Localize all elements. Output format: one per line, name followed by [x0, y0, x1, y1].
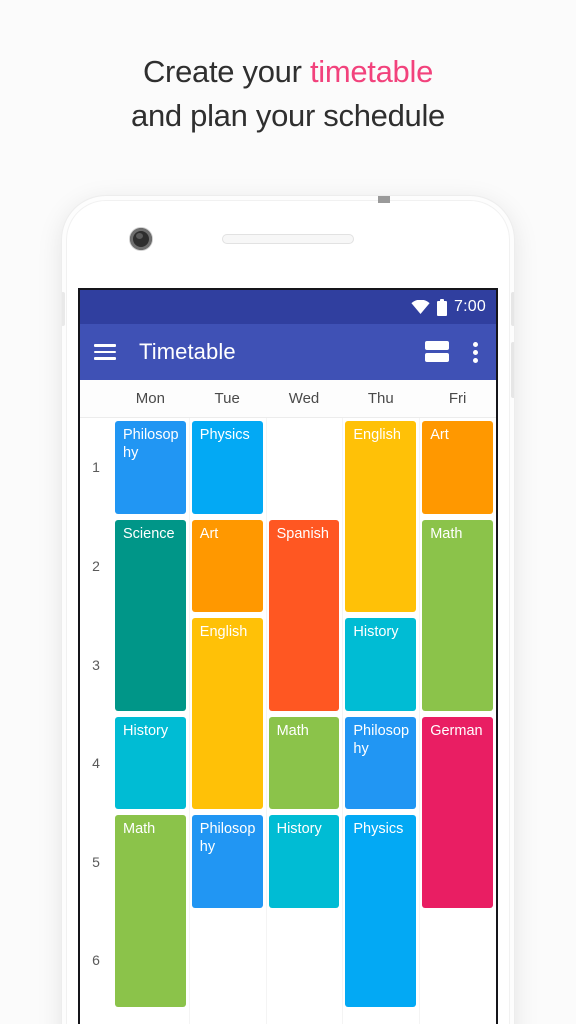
timetable-cell[interactable]: Spanish	[268, 519, 340, 711]
period-number-column: 1 2 3 4 5 6	[80, 418, 112, 1024]
app-bar-title: Timetable	[139, 339, 236, 364]
column-separator	[188, 418, 190, 1024]
timetable-cell[interactable]: Philosophy	[115, 421, 186, 514]
timetable-cell[interactable]: Philosophy	[191, 815, 263, 908]
timetable-cell[interactable]: English	[345, 421, 417, 613]
phone-screen: 7:00 Timetable Mon Tue Wed Thu Fri 1 2 3 4 5…	[80, 290, 496, 1024]
timetable-grid: 123456 Philosophy Physics English Art Scienc…	[80, 418, 496, 1024]
headline-accent-word: timetable	[309, 54, 434, 89]
headline-line1-pre: Create your	[142, 54, 310, 89]
timetable-cell[interactable]: History	[268, 815, 340, 908]
timetable-cell[interactable]: English	[191, 618, 263, 810]
page-headline: Create your timetable and plan your sche…	[0, 52, 576, 136]
column-separator	[265, 418, 267, 1024]
front-camera-icon	[130, 228, 152, 250]
timetable-cell[interactable]: Science	[115, 519, 186, 711]
hamburger-menu-icon[interactable]	[94, 344, 116, 360]
day-header-tue[interactable]: Tue	[189, 390, 266, 407]
battery-icon	[437, 298, 448, 316]
status-bar-clock: 7:00	[454, 298, 486, 315]
status-bar: 7:00	[80, 290, 496, 324]
column-separator	[342, 418, 344, 1024]
timetable-cell[interactable]: Math	[422, 519, 493, 711]
period-number: 3	[92, 656, 100, 673]
timetable-cell[interactable]: Art	[191, 519, 263, 613]
power-button[interactable]	[511, 292, 514, 326]
timetable-columns: Philosophy Physics English Art Science Art Spa…	[112, 418, 496, 1024]
earpiece-speaker-icon	[222, 234, 354, 244]
view-toggle-icon[interactable]	[425, 341, 449, 363]
app-bar: Timetable	[80, 324, 496, 380]
period-number: 5	[92, 853, 100, 870]
day-header-wed[interactable]: Wed	[266, 390, 343, 407]
timetable-cell[interactable]: Math	[115, 815, 186, 1007]
column-separator	[419, 418, 421, 1024]
timetable-cell[interactable]: History	[345, 618, 417, 711]
timetable-cell[interactable]: Physics	[345, 815, 417, 1007]
headline-line2: and plan your schedule	[131, 98, 445, 133]
timetable-cell[interactable]: Art	[422, 421, 493, 514]
sim-tray	[62, 292, 65, 326]
volume-button[interactable]	[511, 342, 514, 398]
day-header-thu[interactable]: Thu	[342, 390, 419, 407]
timetable-cell[interactable]: Math	[268, 716, 340, 810]
screenshot-root: Create your timetable and plan your sche…	[0, 0, 576, 1024]
period-number: 6	[92, 952, 100, 969]
period-number: 4	[92, 755, 100, 772]
phone-top-marker	[378, 196, 390, 203]
day-header-mon[interactable]: Mon	[112, 390, 189, 407]
overflow-menu-icon[interactable]	[473, 341, 478, 363]
timetable-cell[interactable]: History	[115, 716, 186, 810]
wifi-icon	[411, 300, 430, 314]
timetable-cell[interactable]: Philosophy	[345, 716, 417, 810]
timetable-cell[interactable]: Physics	[191, 421, 263, 514]
day-header-fri[interactable]: Fri	[419, 390, 496, 407]
day-header-row: Mon Tue Wed Thu Fri	[80, 380, 496, 418]
period-number: 1	[92, 459, 100, 476]
period-number: 2	[92, 557, 100, 574]
phone-mockup: 7:00 Timetable Mon Tue Wed Thu Fri 1 2 3 4 5…	[62, 196, 514, 1024]
timetable-cell[interactable]: German	[422, 716, 493, 908]
